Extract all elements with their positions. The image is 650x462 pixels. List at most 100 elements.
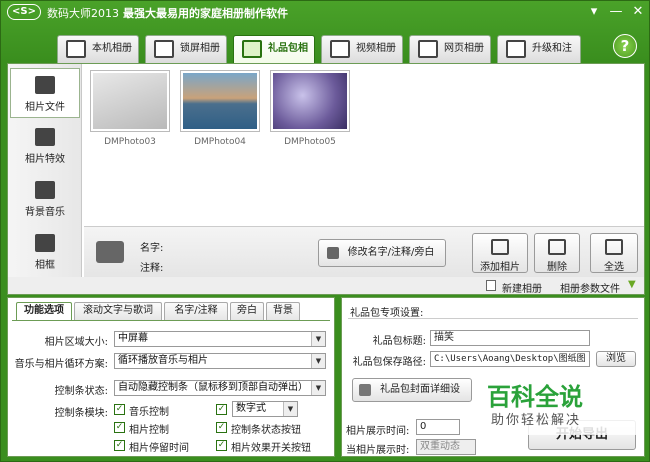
area-size-label: 相片区域大小: — [44, 337, 108, 348]
edit-name-note-label: 修改名字/注释/旁白 — [347, 247, 435, 258]
tab-background[interactable]: 背景 — [266, 302, 300, 320]
select-all-button[interactable]: 全选 — [590, 233, 638, 273]
photo-thumbnail[interactable] — [270, 70, 350, 132]
sidebar-item-background-music[interactable]: 背景音乐 — [10, 174, 80, 224]
tab-label: 视频相册 — [356, 43, 396, 54]
digit-checkbox[interactable]: ✓ — [216, 404, 227, 415]
photo-image — [273, 73, 347, 129]
title-bar: <S> 数码大师2013 最强大最易用的家庭相册制作软件 ▾ — ✕ — [1, 1, 649, 23]
gift-cover-settings-button[interactable]: 礼品包封面详细设 — [352, 378, 472, 402]
app-title: 数码大师2013 — [47, 7, 119, 20]
tab-lockscreen-album[interactable]: 锁屏相册 — [145, 35, 227, 63]
chevron-down-icon: ▼ — [311, 354, 325, 368]
tab-local-album[interactable]: 本机相册 — [57, 35, 139, 63]
dropdown-arrow-icon[interactable]: ▼ — [628, 279, 636, 290]
photo-duration-label: 相片停留时间 — [129, 443, 189, 454]
sidebar: 相片文件 相片特效 背景音乐 相框 — [8, 64, 82, 294]
close-icon[interactable]: ✕ — [629, 3, 647, 21]
tab-divider — [12, 320, 330, 321]
photo-thumbnail[interactable] — [90, 70, 170, 132]
show-time-input[interactable]: 0 — [416, 419, 460, 435]
loop-scheme-label: 音乐与相片循环方案: — [14, 359, 108, 370]
menu-icon[interactable]: ▾ — [585, 3, 603, 21]
name-label: 名字: — [140, 243, 164, 254]
new-album-link[interactable]: 新建相册 — [502, 280, 542, 295]
tab-function-options[interactable]: 功能选项 — [16, 302, 72, 320]
film-icon — [330, 40, 350, 58]
options-panel: 功能选项 滚动文字与歌词 名字/注释 旁白 背景 相片区域大小: 中屏幕 ▼ 音… — [7, 297, 335, 457]
control-bar-label: 控制条状态: — [54, 386, 108, 397]
photo-control-label: 相片控制 — [129, 425, 169, 436]
show-when-label: 当相片展示时: — [346, 445, 410, 456]
music-control-label: 音乐控制 — [129, 407, 169, 418]
loop-scheme-value: 循环播放音乐与相片 — [118, 355, 208, 366]
note-label: 注释: — [140, 263, 164, 274]
photo-duration-checkbox[interactable]: ✓ — [114, 440, 125, 451]
chevron-down-icon: ▼ — [311, 332, 325, 346]
gift-title-label: 礼品包标题: — [372, 336, 426, 347]
monitor-photo-icon — [66, 40, 86, 58]
watermark-title: 百科全说 — [487, 383, 583, 411]
delete-button[interactable]: 删除 — [534, 233, 580, 273]
tab-name-note[interactable]: 名字/注释 — [164, 302, 228, 320]
album-bar: 新建相册 相册参数文件 ▼ — [7, 277, 645, 295]
sidebar-item-photo-effects[interactable]: 相片特效 — [10, 121, 80, 171]
area-size-select[interactable]: 中屏幕 ▼ — [114, 331, 326, 347]
chevron-down-icon: ▼ — [311, 381, 325, 395]
tab-label: 网页相册 — [444, 43, 484, 54]
sidebar-item-label: 相框 — [35, 260, 55, 271]
watermark-badge: 百科全说 助你轻松解决 — [479, 375, 639, 435]
sidebar-item-photo-files[interactable]: 相片文件 — [10, 68, 80, 118]
minimize-icon[interactable]: — — [607, 3, 625, 21]
control-bar-select[interactable]: 自动隐藏控制条（鼠标移到顶部自动弹出） ▼ — [114, 380, 326, 396]
photo-name: DMPhoto04 — [194, 137, 246, 147]
photo-effect-toggle-checkbox[interactable]: ✓ — [216, 440, 227, 451]
add-photo-button[interactable]: 添加相片 — [472, 233, 528, 273]
add-photo-label: 添加相片 — [480, 262, 520, 273]
photo-grid: DMPhoto03 DMPhoto04 DMPhoto05 — [84, 64, 644, 226]
music-note-icon — [35, 181, 55, 199]
digit-style-select[interactable]: 数字式 ▼ — [232, 401, 298, 417]
sidebar-item-frame[interactable]: 相框 — [10, 227, 80, 277]
music-control-checkbox[interactable]: ✓ — [114, 404, 125, 415]
app-logo: <S> — [7, 4, 41, 20]
photo-control-checkbox[interactable]: ✓ — [114, 422, 125, 433]
trash-icon — [548, 239, 566, 255]
tab-label: 本机相册 — [92, 43, 132, 54]
gift-icon — [242, 40, 262, 58]
tab-scroll-text[interactable]: 滚动文字与歌词 — [74, 302, 162, 320]
app-window: <S> 数码大师2013 最强大最易用的家庭相册制作软件 ▾ — ✕ 本机相册 … — [0, 0, 650, 462]
tab-web-album[interactable]: 网页相册 — [409, 35, 491, 63]
sidebar-item-label: 相片特效 — [25, 154, 65, 165]
tab-gift-album[interactable]: 礼品包相册 — [233, 35, 315, 80]
photo-effect-toggle-label: 相片效果开关按钮 — [231, 443, 311, 454]
loop-scheme-select[interactable]: 循环播放音乐与相片 ▼ — [114, 353, 326, 369]
control-bar-state-checkbox[interactable]: ✓ — [216, 422, 227, 433]
save-path-label: 礼品包保存路径: — [352, 357, 426, 368]
photo-workspace: 相片文件 相片特效 背景音乐 相框 DMPhoto03 DMPhoto04 DM… — [7, 63, 645, 295]
ie-icon — [418, 40, 438, 58]
save-path-input[interactable]: C:\Users\Aoang\Desktop\图纸图 — [430, 351, 590, 367]
control-module-label: 控制条模块: — [54, 408, 108, 419]
edit-name-note-button[interactable]: 修改名字/注释/旁白 — [318, 239, 446, 267]
digit-style-value: 数字式 — [236, 403, 266, 414]
edit-icon — [327, 247, 339, 259]
document-icon — [486, 280, 496, 291]
album-params-link[interactable]: 相册参数文件 — [560, 280, 620, 295]
effects-icon — [35, 128, 55, 146]
show-when-select[interactable]: 双重动态 — [416, 439, 476, 455]
help-icon[interactable]: ? — [613, 34, 637, 58]
photo-thumbnail[interactable] — [180, 70, 260, 132]
photo-name: DMPhoto05 — [284, 137, 336, 147]
delete-label: 删除 — [547, 262, 567, 273]
frame-icon — [35, 234, 55, 252]
gift-title-input[interactable]: 描笑 — [430, 330, 590, 346]
tab-upgrade-register[interactable]: 升级和注册 — [497, 35, 581, 80]
tab-narration[interactable]: 旁白 — [230, 302, 264, 320]
tab-label: 锁屏相册 — [180, 43, 220, 54]
tab-video-album[interactable]: 视频相册 — [321, 35, 403, 63]
show-time-label: 相片展示时间: — [346, 426, 410, 437]
sidebar-item-label: 背景音乐 — [25, 207, 65, 218]
app-slogan: 最强大最易用的家庭相册制作软件 — [123, 7, 288, 20]
browse-button[interactable]: 浏览 — [596, 351, 636, 367]
